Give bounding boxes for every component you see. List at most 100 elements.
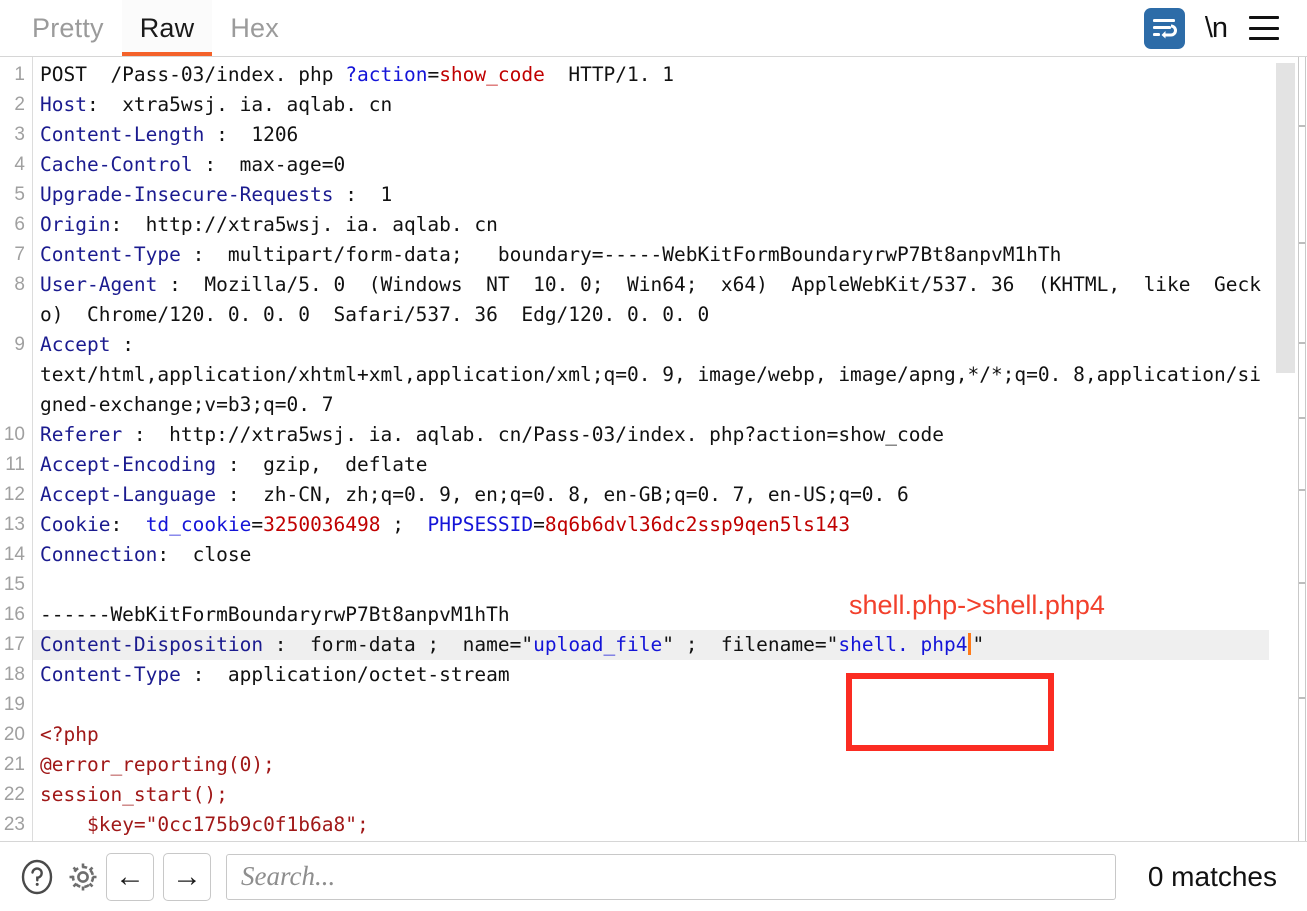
code-segment: PHPSESSID: [427, 513, 534, 536]
line-number: 20: [3, 724, 25, 745]
line-content: @error_reporting(0);: [32, 750, 1269, 780]
line-content: User-Agent : Mozilla/5. 0 (Windows NT 10…: [32, 270, 1269, 330]
scroll-marker: [1299, 489, 1305, 491]
code-line[interactable]: 13 Cookie: td_cookie=3250036498 ; PHPSESS…: [0, 510, 1269, 540]
tab-raw[interactable]: Raw: [121, 0, 213, 56]
line-content: Content-Length : 1206: [32, 120, 1269, 150]
code-line[interactable]: 20 <?php: [0, 720, 1269, 750]
editor-scrollbar[interactable]: [1269, 57, 1307, 841]
code-line[interactable]: 8 User-Agent : Mozilla/5. 0 (Windows NT 1…: [0, 270, 1269, 330]
code-line[interactable]: 22 session_start();: [0, 780, 1269, 810]
code-segment: :: [110, 513, 146, 536]
code-segment: : max-age=0: [192, 153, 346, 176]
code-line[interactable]: 23 $key="0cc175b9c0f1b6a8";: [0, 810, 1269, 840]
code-segment: ": [972, 633, 985, 656]
code-line[interactable]: 12 Accept-Language : zh-CN, zh;q=0. 9, en…: [0, 480, 1269, 510]
code-line[interactable]: 7 Content-Type : multipart/form-data; bou…: [0, 240, 1269, 270]
tab-pretty[interactable]: Pretty: [14, 0, 122, 56]
line-content: $key="0cc175b9c0f1b6a8";: [32, 810, 1269, 840]
newline-display-toggle[interactable]: \n: [1201, 12, 1231, 45]
code-segment: Upgrade-Insecure-Requests: [40, 183, 334, 206]
request-editor[interactable]: 1 POST /Pass-03/index. php ?action=show_c…: [0, 57, 1269, 841]
code-segment: HTTP/1. 1: [544, 63, 674, 86]
code-segment: Cache-Control: [40, 153, 193, 176]
code-segment: ;: [380, 513, 428, 536]
code-segment: show_code: [439, 63, 545, 86]
search-field-wrapper[interactable]: [226, 853, 1116, 900]
help-circle-icon: [21, 859, 53, 894]
code-line[interactable]: 21 @error_reporting(0);: [0, 750, 1269, 780]
code-segment: User-Agent: [40, 273, 158, 296]
request-code[interactable]: 1 POST /Pass-03/index. php ?action=show_c…: [0, 60, 1269, 840]
code-line[interactable]: 5 Upgrade-Insecure-Requests : 1: [0, 180, 1269, 210]
scrollbar-thumb[interactable]: [1276, 63, 1295, 373]
code-segment: : close: [157, 543, 252, 566]
code-line[interactable]: 17 Content-Disposition : form-data ; name…: [0, 630, 1269, 660]
line-content: Cache-Control : max-age=0: [32, 150, 1269, 180]
help-button[interactable]: [14, 854, 60, 900]
request-editor-area: 1 POST /Pass-03/index. php ?action=show_c…: [0, 57, 1307, 841]
code-segment: upload_file: [533, 633, 663, 656]
line-content: Host: xtra5wsj. ia. aqlab. cn: [32, 90, 1269, 120]
code-segment: =: [427, 63, 440, 86]
code-segment: : zh-CN, zh;q=0. 9, en;q=0. 8, en-GB;q=0…: [216, 483, 909, 506]
code-line[interactable]: 16 ------WebKitFormBoundaryrwP7Bt8anpvM1h…: [0, 600, 1269, 630]
arrow-right-icon: →: [172, 859, 202, 893]
code-segment: Cookie: [40, 513, 111, 536]
code-line[interactable]: 4 Cache-Control : max-age=0: [0, 150, 1269, 180]
code-segment: =": [814, 633, 839, 656]
code-segment: " ; filename: [662, 633, 815, 656]
code-segment: session_start();: [40, 783, 228, 806]
line-content: Referer : http://xtra5wsj. ia. aqlab. cn…: [32, 420, 1269, 450]
code-line[interactable]: 11 Accept-Encoding : gzip, deflate: [0, 450, 1269, 480]
line-content: Accept-Encoding : gzip, deflate: [32, 450, 1269, 480]
hamburger-line-1: [1249, 16, 1279, 19]
tab-pretty-label: Pretty: [32, 12, 104, 43]
view-mode-tabbar: Pretty Raw Hex \n: [0, 0, 1307, 57]
line-number: 3: [14, 124, 25, 145]
search-input[interactable]: [239, 860, 1103, 893]
code-segment: : application/octet-stream: [180, 663, 510, 686]
search-next-button[interactable]: →: [163, 852, 211, 901]
code-line[interactable]: 19: [0, 690, 1269, 720]
hamburger-line-2: [1249, 26, 1279, 30]
code-segment: td_cookie: [145, 513, 252, 536]
line-number: 2: [14, 94, 25, 115]
line-number: 14: [3, 544, 25, 565]
gear-icon: [69, 863, 97, 890]
word-wrap-toggle[interactable]: [1143, 7, 1185, 49]
code-segment: $key="0cc175b9c0f1b6a8";: [40, 813, 369, 836]
line-number: 1: [14, 64, 25, 85]
code-line[interactable]: 10 Referer : http://xtra5wsj. ia. aqlab. …: [0, 420, 1269, 450]
tab-hex[interactable]: Hex: [212, 0, 297, 56]
code-segment: =: [533, 513, 545, 536]
code-line[interactable]: 1 POST /Pass-03/index. php ?action=show_c…: [0, 60, 1269, 90]
burp-raw-request-viewer: Pretty Raw Hex \n 1 POST /Pass-03/index.…: [0, 0, 1307, 911]
code-segment: : text/html,application/xhtml+xml,applic…: [40, 333, 1261, 416]
code-line[interactable]: 15: [0, 570, 1269, 600]
line-content: Upgrade-Insecure-Requests : 1: [32, 180, 1269, 210]
line-number: 6: [14, 214, 25, 235]
line-number: 22: [3, 784, 25, 805]
code-line[interactable]: 2 Host: xtra5wsj. ia. aqlab. cn: [0, 90, 1269, 120]
line-number: 23: [3, 814, 25, 835]
newline-label: \n: [1204, 11, 1228, 44]
code-line[interactable]: 3 Content-Length : 1206: [0, 120, 1269, 150]
scroll-marker: [1299, 417, 1305, 419]
line-content: Content-Disposition : form-data ; name="…: [32, 630, 1269, 660]
code-segment: Accept-Language: [40, 483, 217, 506]
line-content: ------WebKitFormBoundaryrwP7Bt8anpvM1hTh: [32, 600, 1269, 630]
search-previous-button[interactable]: ←: [106, 852, 154, 901]
settings-button[interactable]: [60, 854, 106, 900]
code-segment: <?php: [40, 723, 99, 746]
code-segment: : gzip, deflate: [216, 453, 428, 476]
line-content: [32, 690, 1269, 720]
code-line[interactable]: 9 Accept : text/html,application/xhtml+xm…: [0, 330, 1269, 420]
scroll-marker: [1299, 582, 1305, 584]
code-line[interactable]: 18 Content-Type : application/octet-strea…: [0, 660, 1269, 690]
menu-button[interactable]: [1247, 16, 1281, 40]
code-line[interactable]: 6 Origin: http://xtra5wsj. ia. aqlab. cn: [0, 210, 1269, 240]
code-line[interactable]: 14 Connection: close: [0, 540, 1269, 570]
line-content: Accept-Language : zh-CN, zh;q=0. 9, en;q…: [32, 480, 1269, 510]
code-segment: : xtra5wsj. ia. aqlab. cn: [86, 93, 393, 116]
